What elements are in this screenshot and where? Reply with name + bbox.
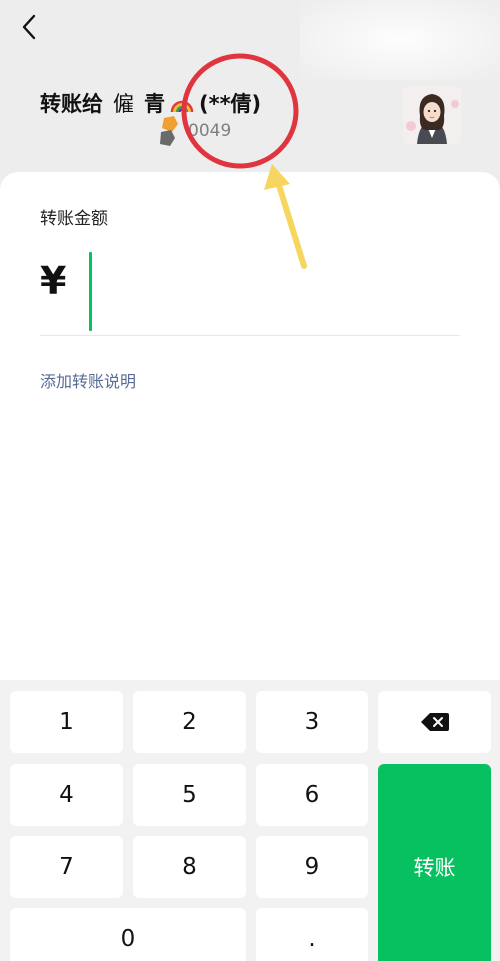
chevron-left-icon bbox=[22, 14, 36, 40]
text-cursor bbox=[89, 252, 92, 331]
key-9[interactable]: 9 bbox=[256, 836, 368, 898]
key-6[interactable]: 6 bbox=[256, 764, 368, 826]
backspace-icon bbox=[420, 713, 449, 731]
transfer-screen: 转账给 僱 青 (**倩) 0049 转账金额 ¥ 添加转账说明 1 2 3 4… bbox=[0, 0, 500, 961]
amount-input[interactable] bbox=[88, 252, 458, 332]
recipient-name-part1: 僱 bbox=[113, 92, 134, 116]
delete-key[interactable] bbox=[378, 691, 491, 753]
avatar[interactable] bbox=[403, 86, 461, 144]
divider bbox=[40, 335, 460, 336]
amount-label: 转账金额 bbox=[40, 209, 108, 229]
key-3[interactable]: 3 bbox=[256, 691, 368, 753]
account-line: 0049 bbox=[158, 116, 231, 146]
transfer-button[interactable]: 转账 bbox=[378, 764, 491, 961]
back-button[interactable] bbox=[14, 10, 44, 44]
rainbow-emoji-icon bbox=[169, 92, 195, 114]
key-4[interactable]: 4 bbox=[10, 764, 123, 826]
recipient-title: 转账给 僱 青 (**倩) bbox=[40, 88, 261, 118]
key-5[interactable]: 5 bbox=[133, 764, 246, 826]
recipient-name-part2: 青 bbox=[144, 92, 165, 116]
key-2[interactable]: 2 bbox=[133, 691, 246, 753]
key-1[interactable]: 1 bbox=[10, 691, 123, 753]
numeric-keypad: 1 2 3 4 5 6 7 8 9 0 . 转账 bbox=[0, 680, 500, 961]
currency-symbol: ¥ bbox=[40, 259, 67, 303]
transfer-card: 转账金额 ¥ 添加转账说明 bbox=[0, 172, 500, 692]
header-highlight bbox=[300, 0, 500, 80]
key-0[interactable]: 0 bbox=[10, 908, 246, 961]
add-note-link[interactable]: 添加转账说明 bbox=[40, 368, 136, 392]
key-decimal[interactable]: . bbox=[256, 908, 368, 961]
account-suffix: 0049 bbox=[188, 121, 232, 141]
recipient-realname: (**倩) bbox=[199, 92, 262, 116]
key-8[interactable]: 8 bbox=[133, 836, 246, 898]
recipient-prefix: 转账给 bbox=[40, 92, 103, 116]
blurred-account-icon bbox=[158, 116, 186, 146]
key-7[interactable]: 7 bbox=[10, 836, 123, 898]
